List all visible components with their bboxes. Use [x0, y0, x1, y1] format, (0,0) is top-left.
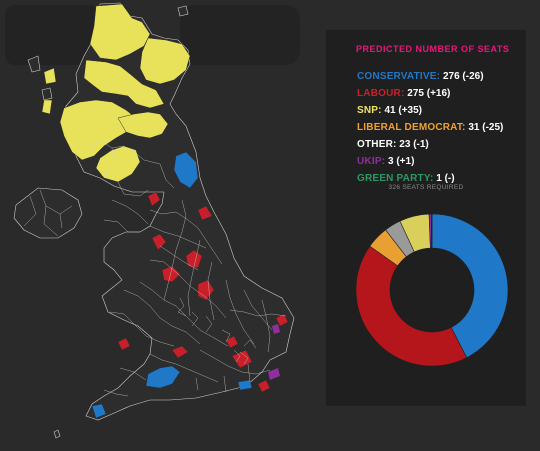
- party-seat-count: 23 (-1): [396, 139, 429, 150]
- party-row: OTHER: 23 (-1): [357, 136, 503, 153]
- northern-ireland: [13, 187, 83, 239]
- party-row: LABOUR: 275 (+16): [357, 85, 503, 102]
- party-name: CONSERVATIVE:: [357, 71, 441, 82]
- seat-share-donut-chart: [355, 213, 509, 367]
- party-name: OTHER:: [357, 139, 397, 150]
- party-row: SNP: 41 (+35): [357, 102, 503, 119]
- party-name: UKIP:: [357, 156, 386, 167]
- party-name: GREEN PARTY:: [357, 173, 434, 184]
- donut-slice-green-party: [430, 213, 433, 249]
- seat-prediction-panel: PREDICTED NUMBER OF SEATS CONSERVATIVE: …: [326, 30, 526, 406]
- party-row: UKIP: 3 (+1): [357, 153, 503, 170]
- donut-slice-labour: [355, 245, 468, 367]
- party-seat-count: 1 (-): [433, 173, 455, 184]
- party-row: CONSERVATIVE: 276 (-26): [357, 68, 503, 85]
- party-name: LIBERAL DEMOCRAT:: [357, 122, 466, 133]
- seats-required-note: 326 SEATS REQUIRED: [388, 184, 464, 191]
- party-name: LABOUR:: [357, 88, 405, 99]
- party-seat-count: 275 (+16): [404, 88, 451, 99]
- party-seat-count: 31 (-25): [465, 122, 504, 133]
- party-seat-count: 41 (+35): [381, 105, 423, 116]
- panel-title: PREDICTED NUMBER OF SEATS: [356, 44, 510, 54]
- party-seat-count: 3 (+1): [385, 156, 415, 167]
- party-legend: CONSERVATIVE: 276 (-26) LABOUR: 275 (+16)…: [357, 68, 503, 187]
- party-name: SNP:: [357, 105, 382, 116]
- party-seat-count: 276 (-26): [440, 71, 484, 82]
- party-row: LIBERAL DEMOCRAT: 31 (-25): [357, 119, 503, 136]
